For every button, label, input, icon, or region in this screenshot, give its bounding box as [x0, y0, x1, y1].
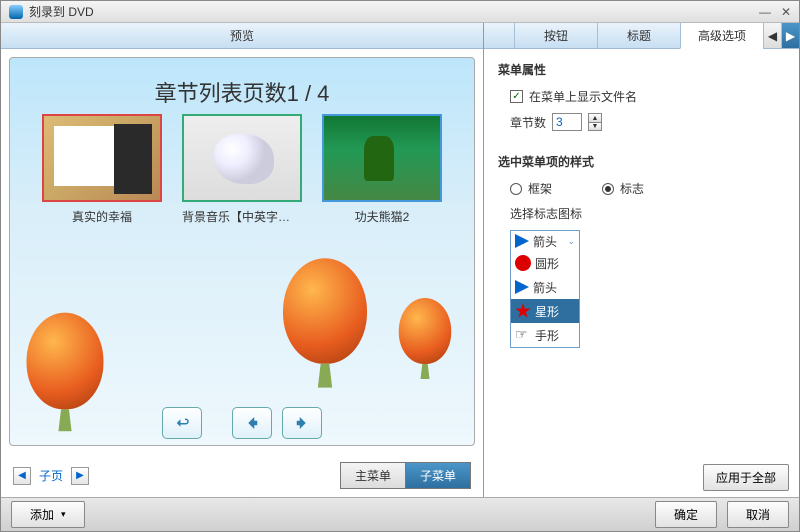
spinner-down[interactable]: ▼	[588, 122, 602, 131]
thumbnail-caption: 背景音乐【中英字幕】Vict	[182, 208, 302, 225]
pager: ◀ 子页 ▶	[13, 467, 89, 485]
apply-row: 应用于全部	[484, 458, 799, 497]
return-icon	[173, 414, 191, 432]
style-radio-row: 框架 标志	[510, 180, 785, 197]
mark-combo-wrap: 箭头 ⌄ 圆形 箭头 星形 ☞手形	[510, 230, 785, 348]
footer: 添加 确定 取消	[1, 497, 799, 531]
combo-item[interactable]: 箭头	[511, 275, 579, 299]
minimize-button[interactable]: —	[759, 5, 771, 19]
tab-spacer	[484, 23, 514, 48]
balloon-icon	[27, 313, 104, 410]
spinner: ▲ ▼	[588, 113, 602, 131]
preview-header: 预览	[1, 23, 483, 49]
balloon-icon	[283, 258, 367, 364]
combo-list: 圆形 箭头 星形 ☞手形	[511, 251, 579, 347]
show-filename-checkbox[interactable]: ✓	[510, 90, 523, 103]
thumbnail-caption: 真实的幸福	[42, 208, 162, 225]
chevron-down-icon: ⌄	[567, 236, 575, 247]
apply-all-button[interactable]: 应用于全部	[703, 464, 789, 491]
section-title: 选中菜单项的样式	[498, 153, 785, 170]
add-button[interactable]: 添加	[11, 501, 85, 528]
window: 刻录到 DVD — ✕ 预览 章节列表页数1 / 4 真实的幸福 背景音乐【中英…	[0, 0, 800, 532]
window-title: 刻录到 DVD	[29, 3, 94, 20]
circle-icon	[515, 255, 531, 271]
next-button[interactable]	[282, 407, 322, 439]
star-icon	[515, 303, 531, 319]
chapter-count-label: 章节数	[510, 114, 546, 131]
menu-toggle: 主菜单 子菜单	[340, 462, 471, 489]
thumbnails: 真实的幸福 背景音乐【中英字幕】Vict 功夫熊猫2	[10, 114, 474, 225]
left-pane: 预览 章节列表页数1 / 4 真实的幸福 背景音乐【中英字幕】Vict 功夫熊猫…	[1, 23, 484, 497]
back-button[interactable]	[162, 407, 202, 439]
combo-selected-label: 箭头	[533, 233, 557, 250]
section-title: 菜单属性	[498, 61, 785, 78]
show-filename-row: ✓ 在菜单上显示文件名	[510, 88, 785, 105]
tab-title[interactable]: 标题	[597, 23, 680, 48]
tabs: 按钮 标题 高级选项 ◀ ▶	[484, 23, 799, 49]
content: 预览 章节列表页数1 / 4 真实的幸福 背景音乐【中英字幕】Vict 功夫熊猫…	[1, 23, 799, 497]
show-filename-label: 在菜单上显示文件名	[529, 88, 637, 105]
combo-item-label: 圆形	[535, 255, 559, 272]
app-icon	[9, 5, 23, 19]
triangle-icon	[515, 234, 529, 248]
mark-combo[interactable]: 箭头 ⌄ 圆形 箭头 星形 ☞手形	[510, 230, 580, 348]
nav-row	[10, 407, 474, 439]
titlebar: 刻录到 DVD — ✕	[1, 1, 799, 23]
mark-radio-label: 标志	[620, 180, 644, 197]
properties-panel: 菜单属性 ✓ 在菜单上显示文件名 章节数 ▲ ▼ 选中菜单项的样式	[484, 49, 799, 458]
chapter-count-input[interactable]	[552, 113, 582, 131]
background-art	[20, 245, 464, 415]
frame-radio-label: 框架	[528, 180, 552, 197]
combo-item-label: 星形	[535, 303, 559, 320]
main-menu-button[interactable]: 主菜单	[340, 462, 406, 489]
mark-radio[interactable]	[602, 183, 614, 195]
chapter-page-title: 章节列表页数1 / 4	[10, 76, 474, 108]
spinner-up[interactable]: ▲	[588, 113, 602, 122]
thumbnail[interactable]: 真实的幸福	[42, 114, 162, 225]
balloon-icon	[399, 298, 452, 364]
thumbnail[interactable]: 背景音乐【中英字幕】Vict	[182, 114, 302, 225]
combo-item[interactable]: 星形	[511, 299, 579, 323]
arrow-right-icon	[293, 414, 311, 432]
combo-item-label: 箭头	[533, 279, 557, 296]
ok-button[interactable]: 确定	[655, 501, 717, 528]
combo-item-label: 手形	[535, 327, 559, 344]
bottom-controls: ◀ 子页 ▶ 主菜单 子菜单	[1, 454, 483, 497]
sub-menu-button[interactable]: 子菜单	[406, 462, 471, 489]
triangle-icon	[515, 280, 529, 294]
thumbnail-image	[182, 114, 302, 202]
thumbnail-caption: 功夫熊猫2	[322, 208, 442, 225]
combo-item[interactable]: ☞手形	[511, 323, 579, 347]
combo-selected[interactable]: 箭头 ⌄	[511, 231, 579, 251]
tab-button[interactable]: 按钮	[514, 23, 597, 48]
choose-mark-row: 选择标志图标	[510, 205, 785, 222]
chapter-count-row: 章节数 ▲ ▼	[510, 113, 785, 131]
tab-scroll-left[interactable]: ◀	[763, 23, 781, 48]
thumbnail-image	[322, 114, 442, 202]
prev-button[interactable]	[232, 407, 272, 439]
tab-advanced[interactable]: 高级选项	[680, 23, 763, 49]
combo-item[interactable]: 圆形	[511, 251, 579, 275]
thumbnail-image	[42, 114, 162, 202]
cancel-button[interactable]: 取消	[727, 501, 789, 528]
pager-label: 子页	[31, 467, 71, 484]
pager-prev[interactable]: ◀	[13, 467, 31, 485]
frame-radio[interactable]	[510, 183, 522, 195]
tab-scroll-right[interactable]: ▶	[781, 23, 799, 48]
hand-icon: ☞	[515, 327, 531, 343]
preview-area: 章节列表页数1 / 4 真实的幸福 背景音乐【中英字幕】Vict 功夫熊猫2	[9, 57, 475, 446]
pager-next[interactable]: ▶	[71, 467, 89, 485]
window-controls: — ✕	[759, 5, 791, 19]
thumbnail[interactable]: 功夫熊猫2	[322, 114, 442, 225]
close-button[interactable]: ✕	[781, 5, 791, 19]
arrow-left-icon	[243, 414, 261, 432]
right-pane: 按钮 标题 高级选项 ◀ ▶ 菜单属性 ✓ 在菜单上显示文件名 章节数 ▲ ▼	[484, 23, 799, 497]
